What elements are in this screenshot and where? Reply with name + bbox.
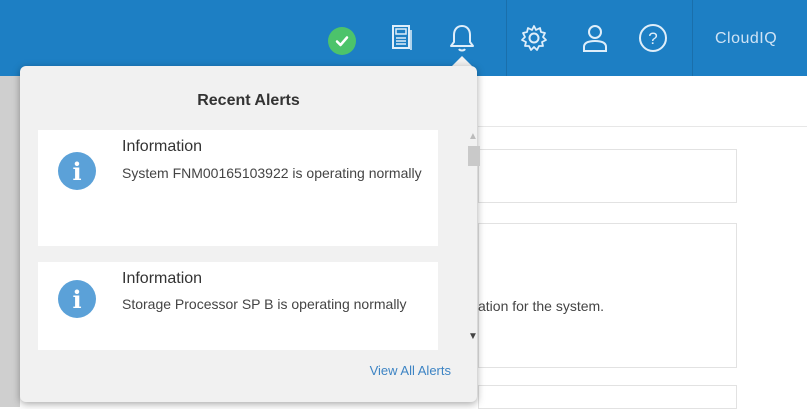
bell-icon[interactable] [446,22,478,54]
info-icon: i [58,280,96,318]
view-all-alerts-link[interactable]: View All Alerts [370,363,451,378]
user-icon[interactable] [579,22,611,54]
popup-arrow [452,56,472,66]
content-panel [478,149,737,203]
status-ok-icon[interactable] [328,27,356,55]
popup-title: Recent Alerts [197,92,300,109]
alert-title: Information [122,138,203,155]
news-icon[interactable] [386,22,418,54]
alert-item[interactable]: i Information System FNM00165103922 is o… [38,130,438,246]
content-header [478,76,807,127]
top-navigation-bar: ? CloudIQ [0,0,807,76]
divider [692,0,693,76]
recent-alerts-popup: Recent Alerts i Information System FNM00… [20,66,480,402]
alert-item[interactable]: i Information Storage Processor SP B is … [38,262,438,350]
svg-text:?: ? [648,29,657,48]
cloudiq-logo[interactable]: CloudIQ [715,30,777,48]
gear-icon[interactable] [518,22,550,54]
alert-title: Information [122,270,203,287]
alerts-scrollbar[interactable]: ▲ ▼ [464,130,482,350]
content-panel [478,223,737,368]
info-icon: i [58,152,96,190]
alerts-list[interactable]: i Information System FNM00165103922 is o… [38,130,458,350]
help-icon[interactable]: ? [637,22,669,54]
scroll-down-arrow-icon[interactable]: ▼ [464,330,482,344]
left-sidebar-shade [0,76,20,407]
panel-description: ation for the system. [478,298,605,314]
scroll-up-arrow-icon[interactable]: ▲ [464,130,482,144]
content-panel [478,385,737,409]
divider [506,0,507,76]
alert-message: Storage Processor SP B is operating norm… [122,296,407,312]
alert-message: System FNM00165103922 is operating norma… [122,165,422,181]
scroll-thumb[interactable] [468,146,480,166]
